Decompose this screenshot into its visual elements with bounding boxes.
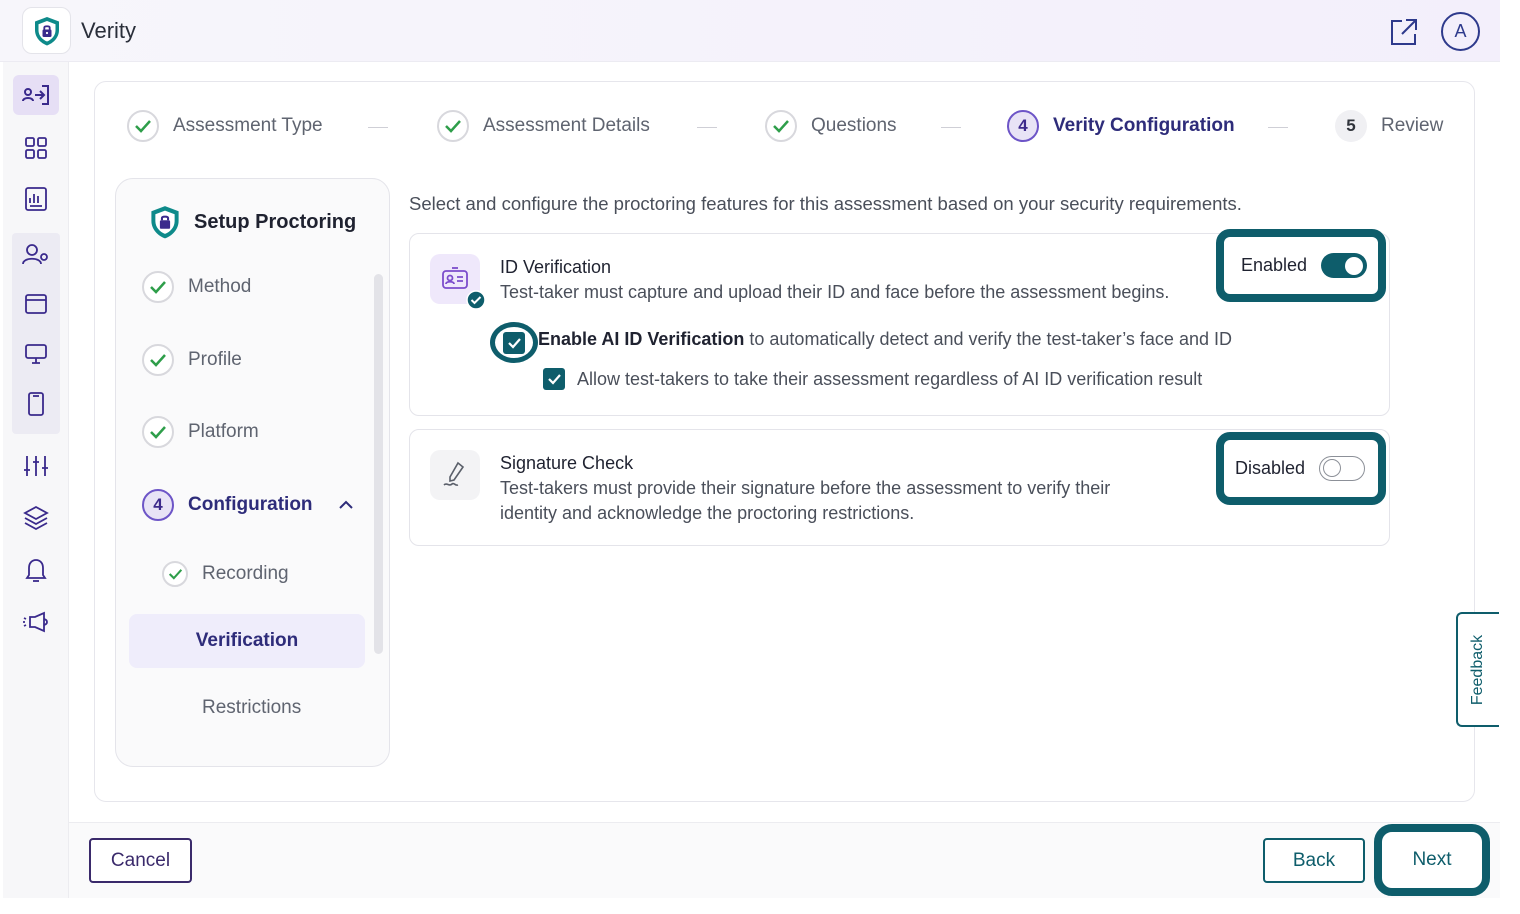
- setup-title: Setup Proctoring: [194, 211, 357, 233]
- setup-item-method[interactable]: Method: [142, 271, 251, 303]
- step-label: Review: [1381, 115, 1444, 136]
- back-button[interactable]: Back: [1263, 838, 1365, 883]
- ai-verification-label: Enable AI ID Verification to automatical…: [538, 329, 1232, 350]
- stepper: Assessment Type Assessment Details Quest…: [95, 82, 1474, 172]
- setup-item-configuration[interactable]: 4 Configuration: [142, 489, 355, 521]
- mobile-icon[interactable]: [13, 384, 59, 424]
- id-card-icon: [430, 254, 486, 310]
- step-number: 4: [1007, 110, 1039, 142]
- feature-title: Signature Check: [500, 453, 634, 473]
- monitor-icon[interactable]: [13, 334, 59, 374]
- panel-scrollbar[interactable]: [374, 274, 383, 654]
- top-bar: Verity A: [0, 0, 1500, 62]
- user-avatar[interactable]: A: [1441, 12, 1480, 51]
- step-assessment-details[interactable]: Assessment Details: [437, 110, 650, 142]
- bell-icon[interactable]: [13, 550, 59, 590]
- step-assessment-type[interactable]: Assessment Type: [127, 110, 323, 142]
- main-card: Assessment Type Assessment Details Quest…: [94, 81, 1475, 802]
- feedback-label: Feedback: [1469, 634, 1487, 705]
- next-button[interactable]: Next: [1384, 836, 1480, 884]
- check-icon: [437, 110, 469, 142]
- ai-verification-bold: Enable AI ID Verification: [538, 329, 745, 349]
- step-number: 4: [142, 489, 174, 521]
- shield-lock-icon: [148, 203, 182, 246]
- step-divider: [697, 127, 717, 128]
- ai-verification-text: to automatically detect and verify the t…: [744, 329, 1232, 349]
- toggle-label: Enabled: [1241, 255, 1308, 275]
- setup-subitem-recording[interactable]: Recording: [162, 561, 289, 587]
- description-line: Test-takers must provide their signature…: [500, 478, 1111, 498]
- setup-item-label: Method: [188, 276, 252, 297]
- description-line: identity and acknowledge the proctoring …: [500, 503, 915, 523]
- step-divider: [1268, 127, 1288, 128]
- feature-description: Test-takers must provide their signature…: [500, 476, 1110, 526]
- signature-check-card: Signature Check Test-takers must provide…: [409, 429, 1390, 546]
- step-label: Verity Configuration: [1053, 115, 1235, 136]
- check-icon: [127, 110, 159, 142]
- allow-checkbox[interactable]: [543, 368, 565, 390]
- check-icon: [162, 561, 188, 587]
- feedback-tab[interactable]: Feedback: [1456, 612, 1499, 727]
- setup-subitem-restrictions[interactable]: Restrictions: [202, 697, 301, 719]
- check-icon: [765, 110, 797, 142]
- verified-badge-icon: [466, 290, 486, 310]
- feature-title: ID Verification: [500, 257, 612, 277]
- step-review[interactable]: 5 Review: [1335, 110, 1443, 142]
- step-label: Assessment Type: [173, 115, 323, 136]
- setup-subitem-verification[interactable]: Verification: [129, 614, 365, 668]
- ai-verification-checkbox-highlight: [490, 322, 538, 363]
- id-verification-card: ID Verification Test-taker must capture …: [409, 229, 1390, 416]
- check-icon: [142, 416, 174, 448]
- setup-item-platform[interactable]: Platform: [142, 416, 259, 448]
- id-verification-toggle[interactable]: Enabled: [1216, 229, 1386, 302]
- report-icon[interactable]: [13, 179, 59, 219]
- app-logo: [22, 7, 71, 54]
- shield-lock-icon: [34, 16, 59, 45]
- step-divider: [368, 127, 388, 128]
- external-link-icon[interactable]: [1388, 16, 1420, 48]
- check-icon: [142, 271, 174, 303]
- grid-icon[interactable]: [13, 128, 59, 168]
- chevron-up-icon[interactable]: [337, 499, 355, 511]
- setup-proctoring-panel: Setup Proctoring Method Profile Platform…: [115, 178, 390, 767]
- step-divider: [941, 127, 961, 128]
- signature-check-toggle[interactable]: Disabled: [1216, 432, 1386, 505]
- allow-row: Allow test-takers to take their assessme…: [543, 368, 1202, 390]
- layers-icon[interactable]: [13, 498, 59, 538]
- step-questions[interactable]: Questions: [765, 110, 897, 142]
- step-label: Questions: [811, 115, 897, 136]
- toggle-label: Disabled: [1235, 458, 1306, 478]
- sliders-icon[interactable]: [13, 446, 59, 486]
- left-sidebar: [3, 62, 69, 898]
- megaphone-icon[interactable]: [13, 602, 59, 642]
- intro-text: Select and configure the proctoring feat…: [409, 193, 1242, 214]
- setup-item-profile[interactable]: Profile: [142, 344, 242, 376]
- check-icon: [142, 344, 174, 376]
- toggle-switch[interactable]: [1321, 253, 1368, 278]
- step-number: 5: [1335, 110, 1367, 142]
- step-verity-configuration[interactable]: 4 Verity Configuration: [1007, 110, 1235, 142]
- pen-signature-icon: [430, 450, 480, 500]
- setup-item-label: Platform: [188, 421, 259, 442]
- login-arrow-icon[interactable]: [13, 75, 59, 115]
- setup-item-label: Configuration: [188, 494, 313, 515]
- user-settings-icon[interactable]: [13, 234, 59, 274]
- step-label: Assessment Details: [483, 115, 650, 136]
- setup-subitem-label: Recording: [202, 563, 289, 584]
- cancel-button[interactable]: Cancel: [89, 838, 192, 883]
- app-title: Verity: [81, 18, 137, 43]
- setup-item-label: Profile: [188, 349, 242, 370]
- window-icon[interactable]: [13, 284, 59, 324]
- feature-description: Test-taker must capture and upload their…: [500, 282, 1170, 302]
- allow-label: Allow test-takers to take their assessme…: [577, 368, 1203, 389]
- toggle-switch[interactable]: [1319, 456, 1366, 481]
- ai-verification-checkbox[interactable]: [503, 331, 525, 354]
